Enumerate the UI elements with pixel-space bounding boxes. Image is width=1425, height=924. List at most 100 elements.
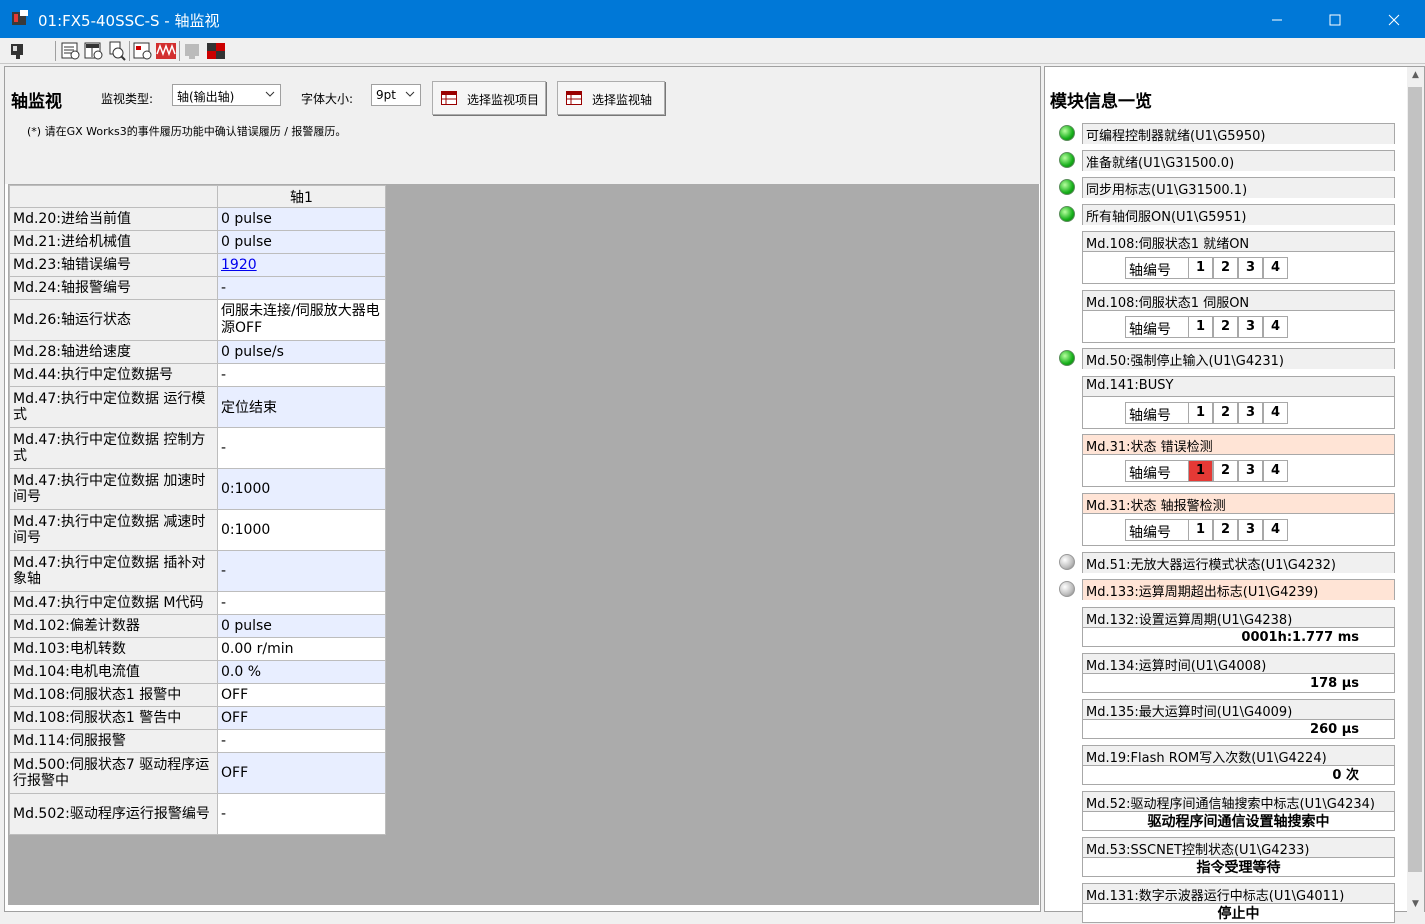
font-size-value: 9pt	[376, 88, 396, 102]
table-row: Md.20:进给当前值 0 pulse	[9, 207, 386, 231]
axis-row: 轴编号 1 2 3 4	[1083, 311, 1394, 343]
status-led-icon	[1059, 179, 1075, 195]
vertical-scrollbar[interactable]: ▲ ▼	[1407, 67, 1424, 913]
row-value: 0:1000	[217, 509, 386, 551]
table-search-icon[interactable]	[83, 40, 105, 62]
md134-box: Md.134:运算时间(U1\G4008) 178 μs	[1082, 653, 1395, 693]
axis-row: 轴编号 1 2 3 4	[1083, 397, 1394, 429]
box-label: Md.31:状态 错误检测	[1083, 435, 1394, 455]
row-key: Md.21:进给机械值	[9, 230, 218, 254]
status-ready: 准备就绪(U1\G31500.0)	[1082, 150, 1395, 171]
grid-icon	[566, 91, 582, 105]
row-key: Md.47:执行中定位数据 运行模式	[9, 386, 218, 428]
zoom-search-icon[interactable]	[106, 40, 128, 62]
table-row: Md.47:执行中定位数据 插补对象轴 -	[9, 550, 386, 592]
md132-box: Md.132:设置运算周期(U1\G4238) 0001h:1.777 ms	[1082, 607, 1395, 647]
monitor-header: 轴监视 监视类型: 轴(输出轴) 字体大小: 9pt 选择监视项目 选择监视轴 …	[5, 67, 1040, 184]
row-key: Md.44:执行中定位数据号	[9, 363, 218, 387]
axis-indicator: 4	[1263, 257, 1288, 279]
maximize-button[interactable]	[1306, 0, 1364, 38]
row-value: 0 pulse/s	[217, 340, 386, 364]
pane-title: 轴监视	[11, 92, 62, 112]
select-monitor-axis-label: 选择监视轴	[592, 93, 653, 107]
monitor-icon[interactable]	[8, 40, 30, 62]
scroll-down-icon[interactable]: ▼	[1407, 896, 1424, 913]
row-key: Md.28:轴进给速度	[9, 340, 218, 364]
box-label: Md.108:伺服状态1 伺服ON	[1083, 291, 1394, 311]
row-value: -	[217, 550, 386, 592]
row-key: Md.23:轴错误编号	[9, 253, 218, 277]
axis-label: 轴编号	[1125, 519, 1189, 541]
row-key: Md.102:偏差计数器	[9, 614, 218, 638]
monitor-type-select[interactable]: 轴(输出轴)	[172, 84, 281, 106]
axis-indicator: 4	[1263, 316, 1288, 338]
device-search-icon[interactable]	[132, 40, 154, 62]
row-key: Md.502:驱动程序运行报警编号	[9, 793, 218, 835]
box-label: Md.132:设置运算周期(U1\G4238)	[1083, 608, 1394, 628]
md108-servo-box: Md.108:伺服状态1 伺服ON 轴编号 1 2 3 4	[1082, 290, 1395, 343]
table-row: Md.47:执行中定位数据 M代码 -	[9, 591, 386, 615]
table-row: Md.114:伺服报警 -	[9, 729, 386, 753]
axis-label: 轴编号	[1125, 257, 1189, 279]
scrollbar-thumb[interactable]	[1408, 87, 1422, 872]
status-sync-flag: 同步用标志(U1\G31500.1)	[1082, 177, 1395, 198]
box-value: 260 μs	[1310, 722, 1359, 737]
md19-box: Md.19:Flash ROM写入次数(U1\G4224) 0 次	[1082, 745, 1395, 785]
axis-indicator: 3	[1238, 402, 1263, 424]
row-value: -	[217, 729, 386, 753]
waveform-icon[interactable]	[155, 40, 177, 62]
box-label: Md.135:最大运算时间(U1\G4009)	[1083, 700, 1394, 720]
row-key: Md.47:执行中定位数据 减速时间号	[9, 509, 218, 551]
select-monitor-axis-button[interactable]: 选择监视轴	[557, 81, 665, 115]
md52-box: Md.52:驱动程序间通信轴搜索中标志(U1\G4234) 驱动程序间通信设置轴…	[1082, 791, 1395, 831]
axis-indicator: 1	[1188, 316, 1213, 338]
row-value: 伺服未连接/伺服放大器电源OFF	[217, 299, 386, 341]
row-value: -	[217, 276, 386, 300]
list-search-icon[interactable]	[60, 40, 82, 62]
maximize-icon	[1329, 14, 1341, 25]
font-size-select[interactable]: 9pt	[371, 84, 421, 106]
table-row: Md.28:轴进给速度 0 pulse/s	[9, 340, 386, 364]
md141-box: Md.141:BUSY 轴编号 1 2 3 4	[1082, 376, 1395, 429]
axis-indicator: 2	[1213, 460, 1238, 482]
axis-indicator: 3	[1238, 316, 1263, 338]
select-monitor-items-button[interactable]: 选择监视项目	[432, 81, 546, 115]
box-label: Md.133:运算周期超出标志(U1\G4239)	[1083, 580, 1394, 600]
row-value: 0 pulse	[217, 230, 386, 254]
disabled-icon	[185, 44, 199, 59]
row-value: -	[217, 591, 386, 615]
box-value: 178 μs	[1310, 676, 1359, 691]
box-value: 指令受理等待	[1196, 860, 1281, 876]
box-label: Md.134:运算时间(U1\G4008)	[1083, 654, 1394, 674]
table-row: Md.47:执行中定位数据 加速时间号 0:1000	[9, 468, 386, 510]
font-size-label: 字体大小:	[301, 92, 354, 106]
axis-indicator: 4	[1263, 402, 1288, 424]
axis-error-code-link[interactable]: 1920	[221, 257, 257, 273]
axis-monitor-table: 轴1 Md.20:进给当前值 0 pulse Md.21:进给机械值 0 pulse…	[9, 185, 386, 835]
axis-indicator: 3	[1238, 460, 1263, 482]
box-label: Md.53:SSCNET控制状态(U1\G4233)	[1083, 838, 1394, 858]
box-label: Md.31:状态 轴报警检测	[1083, 494, 1394, 514]
axis-indicator: 1	[1188, 519, 1213, 541]
scroll-up-icon[interactable]: ▲	[1407, 67, 1424, 84]
row-value: 定位结束	[217, 386, 386, 428]
md53-box: Md.53:SSCNET控制状态(U1\G4233) 指令受理等待	[1082, 837, 1395, 877]
status-label: 所有轴伺服ON(U1\G5951)	[1083, 205, 1394, 225]
stop-icon[interactable]	[205, 40, 227, 62]
md51-box: Md.51:无放大器运行模式状态(U1\G4232)	[1082, 552, 1395, 573]
row-key: Md.47:执行中定位数据 插补对象轴	[9, 550, 218, 592]
row-key: Md.20:进给当前值	[9, 207, 218, 231]
axis-label: 轴编号	[1125, 316, 1189, 338]
row-key: Md.103:电机转数	[9, 637, 218, 661]
minimize-icon	[1272, 19, 1282, 20]
minimize-button[interactable]	[1248, 0, 1306, 38]
row-value: OFF	[217, 752, 386, 794]
close-button[interactable]	[1365, 0, 1423, 38]
table-row: Md.108:伺服状态1 报警中 OFF	[9, 683, 386, 707]
chevron-down-icon	[405, 91, 415, 97]
axis-row: 轴编号 1 2 3 4	[1083, 514, 1394, 546]
pane-title: 模块信息一览	[1050, 92, 1152, 112]
axis-row: 轴编号 1 2 3 4	[1083, 252, 1394, 284]
module-info-pane: 模块信息一览 可编程控制器就绪(U1\G5950) 准备就绪(U1\G31500…	[1044, 66, 1425, 923]
chevron-down-icon	[265, 91, 275, 97]
